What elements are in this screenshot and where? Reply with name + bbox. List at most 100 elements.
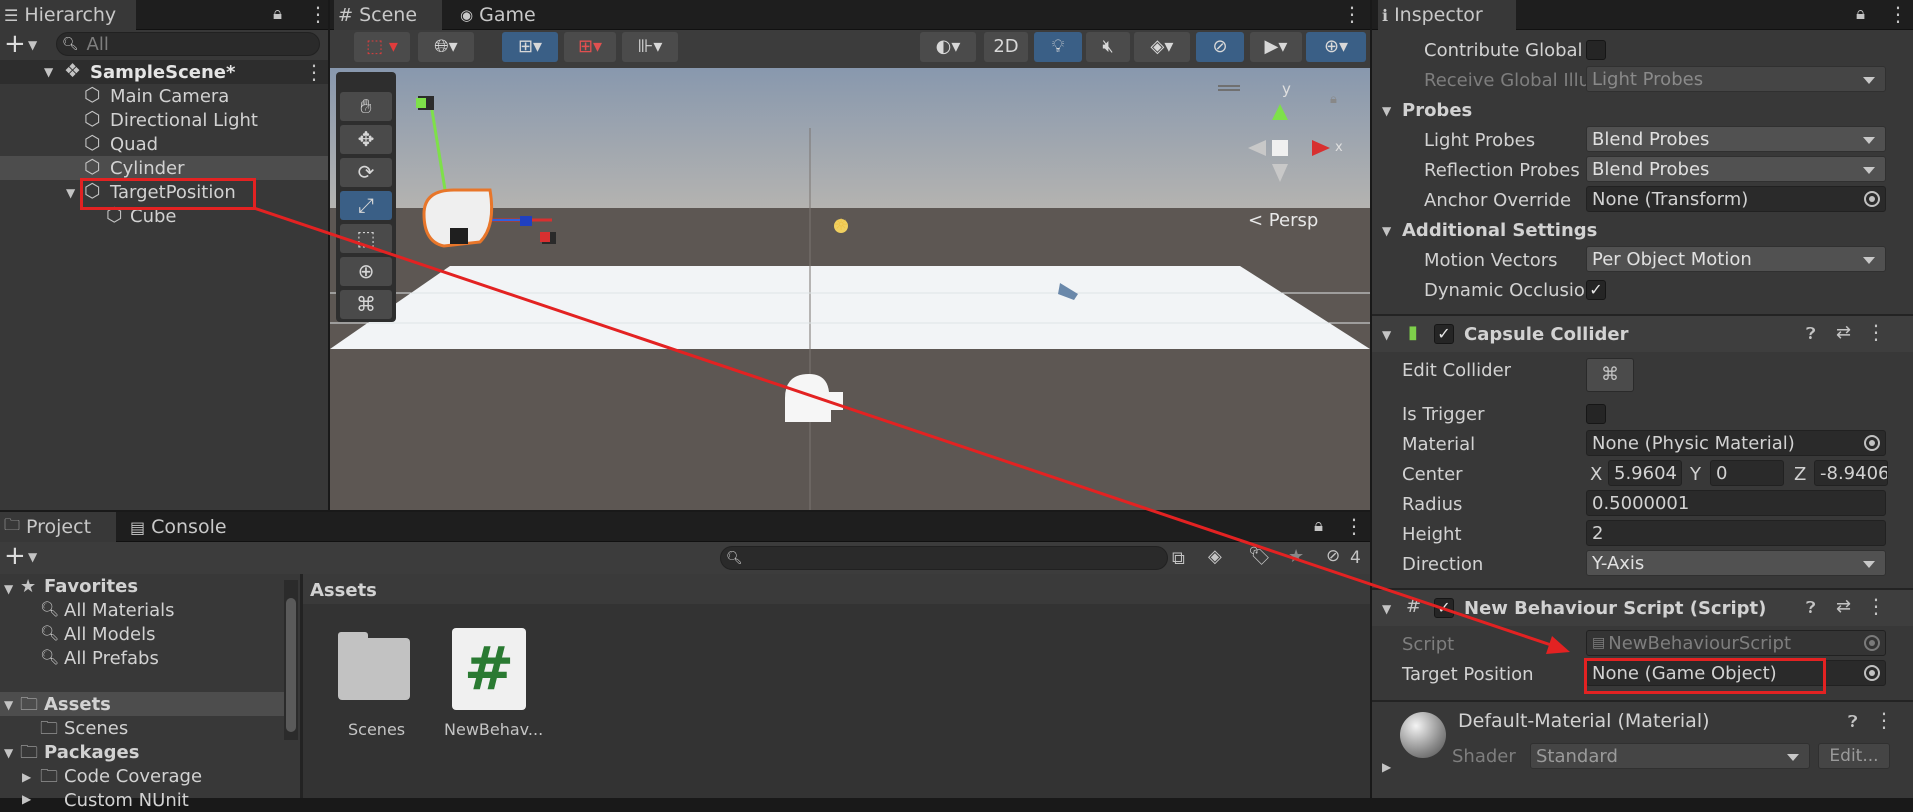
shading-button[interactable]: ◐▾ (920, 32, 976, 62)
tab-hierarchy[interactable]: ☰ Hierarchy (0, 0, 136, 30)
menu-dots-icon[interactable]: ⋮ (1866, 320, 1886, 344)
chevron-down-icon[interactable]: ▼ (1382, 602, 1391, 616)
2d-toggle[interactable]: 2D (984, 32, 1028, 62)
scene-viewport[interactable]: ☼ (330, 68, 1370, 510)
add-icon[interactable]: + (4, 29, 26, 59)
persp-label[interactable]: < Persp (1248, 210, 1318, 231)
tree-item[interactable]: Code Coverage (64, 764, 202, 788)
folder-icon[interactable] (338, 638, 410, 700)
object-picker-icon[interactable] (1864, 435, 1880, 451)
chevron-down-icon[interactable]: ▼ (1382, 224, 1391, 238)
favorites-item[interactable]: All Models (64, 622, 155, 646)
tag-icon[interactable]: 🏷︎ (1248, 546, 1271, 567)
chevron-down-icon[interactable]: ▼ (4, 746, 13, 760)
menu-dots-icon[interactable]: ⋮ (308, 2, 328, 26)
tree-item[interactable]: Scenes (64, 716, 128, 740)
tab-game[interactable]: ◉ Game (456, 0, 556, 30)
assets-folder[interactable]: Assets (44, 692, 111, 716)
assets-breadcrumb[interactable]: Assets (310, 578, 377, 602)
dynamic-occlusion-checkbox[interactable]: ✓ (1586, 280, 1606, 300)
effects-button[interactable]: ◈▾ (1134, 32, 1190, 62)
menu-dots-icon[interactable]: ⋮ (1874, 708, 1894, 732)
help-icon[interactable]: ❓︎ (1806, 324, 1816, 344)
center-y-field[interactable]: 0 (1710, 460, 1784, 486)
lock-icon[interactable]: 🔒︎ (1314, 516, 1323, 536)
hierarchy-item[interactable]: Cylinder (110, 156, 185, 180)
presets-icon[interactable]: ⇄ (1836, 322, 1851, 343)
gizmos-button[interactable]: ⊕▾ (1306, 32, 1366, 62)
ruler-button[interactable]: ⊪▾ (622, 32, 678, 62)
draw-mode-button[interactable]: ⬚ ▾ (354, 32, 410, 62)
chevron-right-icon[interactable]: ▶ (1382, 760, 1391, 774)
receive-global-dropdown[interactable]: Light Probes (1586, 66, 1886, 92)
center-x-field[interactable]: 5.9604 (1608, 460, 1682, 486)
increment-snap-button[interactable]: ⊞▾ (564, 32, 616, 62)
search-by-label-icon[interactable]: ◈ (1208, 546, 1222, 567)
menu-dots-icon[interactable]: ⋮ (1866, 594, 1886, 618)
lock-icon[interactable]: 🔒︎ (273, 4, 282, 24)
lock-icon[interactable]: 🔒︎ (1330, 92, 1337, 107)
hierarchy-item[interactable]: Directional Light (110, 108, 258, 132)
object-picker-icon[interactable] (1864, 665, 1880, 681)
menu-dots-icon[interactable]: ⋮ (1344, 514, 1364, 538)
chevron-down-icon[interactable]: ▼ (44, 65, 53, 79)
chevron-down-icon[interactable]: ▼ (4, 582, 13, 596)
tree-scrollbar-thumb[interactable] (286, 598, 296, 732)
chevron-right-icon[interactable]: ▶ (22, 792, 31, 806)
lighting-toggle[interactable]: 💡︎ (1034, 32, 1082, 62)
rotate-tool[interactable]: ⟳ (340, 158, 392, 187)
packages-folder[interactable]: Packages (44, 740, 139, 764)
chevron-down-icon[interactable]: ▼ (28, 38, 37, 52)
camera-button[interactable]: ▶▾ (1250, 32, 1302, 62)
hierarchy-search-input[interactable]: 🔍︎ All (56, 32, 320, 56)
lock-icon[interactable]: 🔒︎ (1856, 4, 1865, 24)
hidden-icon[interactable]: ⊘ (1326, 546, 1340, 566)
object-picker-icon[interactable] (1864, 191, 1880, 207)
audio-toggle[interactable]: 🔇︎ (1086, 32, 1130, 62)
add-icon[interactable]: + (4, 541, 26, 571)
direction-dropdown[interactable]: Y-Axis (1586, 550, 1886, 576)
chevron-down-icon[interactable]: ▼ (4, 698, 13, 712)
script-icon[interactable]: # (452, 628, 526, 710)
additional-settings-header[interactable]: Additional Settings (1402, 220, 1597, 241)
chevron-down-icon[interactable]: ▼ (1382, 328, 1391, 342)
tab-console[interactable]: ▤ Console (126, 512, 246, 542)
project-search-input[interactable]: 🔍︎ (720, 546, 1168, 570)
hierarchy-item[interactable]: Quad (110, 132, 158, 156)
motion-vectors-dropdown[interactable]: Per Object Motion (1586, 246, 1886, 272)
tab-scene[interactable]: # Scene (334, 0, 442, 30)
capsule-enabled-checkbox[interactable]: ✓ (1434, 324, 1454, 344)
favorites-item[interactable]: All Prefabs (64, 646, 159, 670)
light-probes-dropdown[interactable]: Blend Probes (1586, 126, 1886, 152)
height-field[interactable]: 2 (1586, 520, 1886, 546)
contribute-global-checkbox[interactable] (1586, 40, 1606, 60)
menu-dots-icon[interactable]: ⋮ (1342, 2, 1362, 26)
chevron-right-icon[interactable]: ▶ (22, 770, 31, 784)
help-icon[interactable]: ❓︎ (1848, 712, 1858, 732)
search-by-type-icon[interactable]: ⧉ (1172, 548, 1185, 569)
reflection-probes-dropdown[interactable]: Blend Probes (1586, 156, 1886, 182)
tab-inspector[interactable]: ℹ︎ Inspector (1378, 0, 1516, 30)
material-field[interactable]: None (Physic Material) (1586, 430, 1886, 456)
chevron-down-icon[interactable]: ▼ (66, 186, 75, 200)
menu-dots-icon[interactable]: ⋮ (1888, 2, 1908, 26)
menu-dots-icon[interactable]: ⋮ (304, 60, 324, 84)
transform-tool[interactable]: ⊕ (340, 257, 392, 286)
script-enabled-checkbox[interactable]: ✓ (1434, 598, 1454, 618)
hierarchy-item[interactable]: Main Camera (110, 84, 229, 108)
tree-item[interactable]: Custom NUnit (64, 788, 189, 812)
anchor-override-field[interactable]: None (Transform) (1586, 186, 1886, 212)
probes-header[interactable]: Probes (1402, 100, 1472, 121)
chevron-down-icon[interactable]: ▼ (1382, 104, 1391, 118)
favorites-label[interactable]: Favorites (44, 574, 138, 598)
asset-item-label[interactable]: NewBehav... (444, 720, 543, 739)
visibility-toggle[interactable]: ⊘ (1196, 32, 1244, 62)
asset-item-label[interactable]: Scenes (348, 720, 405, 739)
favorites-item[interactable]: All Materials (64, 598, 175, 622)
edit-collider-button[interactable]: ⌘ (1586, 358, 1634, 392)
presets-icon[interactable]: ⇄ (1836, 596, 1851, 617)
move-tool[interactable]: ✥ (340, 125, 392, 154)
edit-shader-button[interactable]: Edit... (1818, 743, 1890, 769)
scale-tool[interactable]: ⤢ (340, 191, 392, 220)
is-trigger-checkbox[interactable] (1586, 404, 1606, 424)
